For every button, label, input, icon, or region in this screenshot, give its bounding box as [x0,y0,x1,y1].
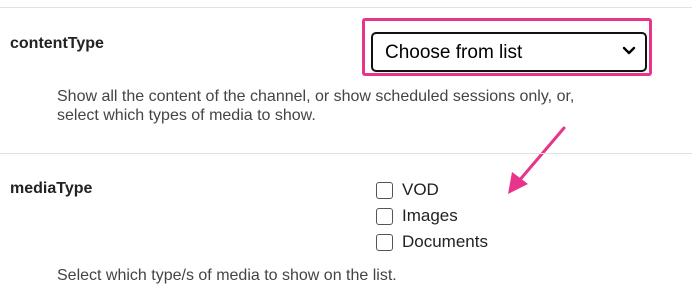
checkbox[interactable] [376,181,393,199]
content-type-label: contentType [10,35,104,52]
checkbox-option-images[interactable]: Images [376,205,458,227]
arrow-icon [508,126,566,194]
divider-top [0,7,692,8]
checkbox[interactable] [376,207,393,225]
checkbox-option-vod[interactable]: VOD [376,179,439,201]
checkbox-label: VOD [402,180,439,199]
checkbox-label: Images [402,206,458,225]
media-type-description: Select which type/s of media to show on … [57,267,397,284]
chevron-down-icon [622,46,636,55]
checkbox[interactable] [376,233,393,251]
content-type-select[interactable]: Choose from list [371,32,647,72]
select-value: Choose from list [385,42,523,63]
checkbox-option-documents[interactable]: Documents [376,231,488,253]
media-type-label: mediaType [10,180,93,197]
divider-middle [0,153,692,154]
checkbox-label: Documents [402,232,488,251]
